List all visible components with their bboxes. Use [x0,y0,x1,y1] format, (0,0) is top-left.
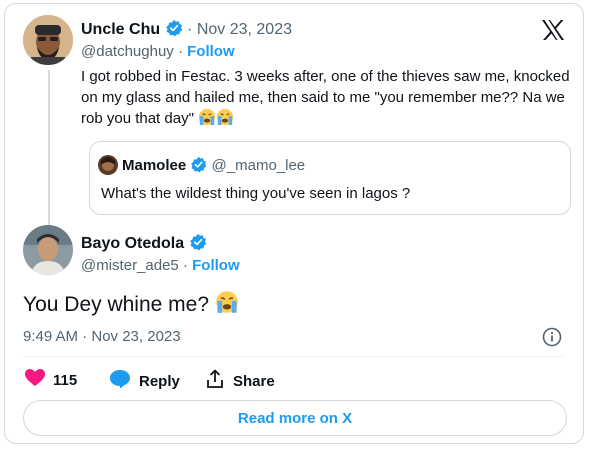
like-count: 115 [53,371,78,389]
author-name[interactable]: Bayo Otedola [81,235,184,252]
tweet2-subheader: @mister_ade5 · Follow [81,257,240,274]
avatar-mamolee [98,155,118,175]
separator: · [187,21,193,38]
tweet1-text: I got robbed in Festac. 3 weeks after, o… [81,66,571,132]
tweet2-text: You Dey whine me? [23,290,239,320]
tweet-timestamp[interactable]: 9:49 AM · Nov 23, 2023 [23,328,181,345]
quote-header: Mamolee @_mamo_lee [122,156,305,177]
tweet1-subheader: @datchughuy · Follow [81,43,235,60]
verified-badge-icon [189,233,207,256]
read-more-label: Read more on X [237,409,353,427]
tweet-embed-card: Uncle Chu · Nov 23, 2023 @datchughuy · F… [4,3,584,444]
reply-label: Reply [139,372,180,390]
quoted-tweet[interactable]: Mamolee @_mamo_lee What's the wildest th… [89,141,571,215]
tweet1-body: I got robbed in Festac. 3 weeks after, o… [81,68,570,127]
thread-line [48,70,50,228]
info-icon[interactable] [542,327,562,352]
crying-face-emoji [215,290,239,320]
quote-author-name: Mamolee [122,157,187,174]
author-name[interactable]: Uncle Chu [81,21,160,38]
follow-button[interactable]: Follow [187,43,235,60]
share-icon [205,369,225,393]
avatar-uncle-chu[interactable] [23,15,73,65]
share-button[interactable]: Share [205,369,275,393]
crying-face-emoji [216,108,234,132]
follow-button[interactable]: Follow [192,257,240,274]
tweet1-date[interactable]: Nov 23, 2023 [197,21,292,38]
author-handle[interactable]: @datchughuy [81,43,174,60]
quote-author-handle: @_mamo_lee [211,157,306,174]
reply-bubble-icon [109,369,131,393]
author-handle[interactable]: @mister_ade5 [81,257,179,274]
tweet2-header: Bayo Otedola [81,233,207,256]
crying-face-emoji [198,108,216,132]
divider [23,356,565,357]
share-label: Share [233,372,275,390]
tweet1-header: Uncle Chu · Nov 23, 2023 [81,19,292,42]
quote-text: What's the wildest thing you've seen in … [101,185,411,202]
verified-badge-icon [165,19,183,42]
separator: · [182,257,188,274]
avatar-bayo-otedola[interactable] [23,225,73,275]
x-logo-icon[interactable] [541,19,565,46]
heart-icon [25,369,45,391]
tweet2-body: You Dey whine me? [23,293,210,316]
verified-badge-icon [190,156,207,177]
like-button[interactable]: 115 [25,369,77,391]
separator: · [177,43,183,60]
read-more-button[interactable]: Read more on X [23,400,567,436]
reply-button[interactable]: Reply [109,369,180,393]
